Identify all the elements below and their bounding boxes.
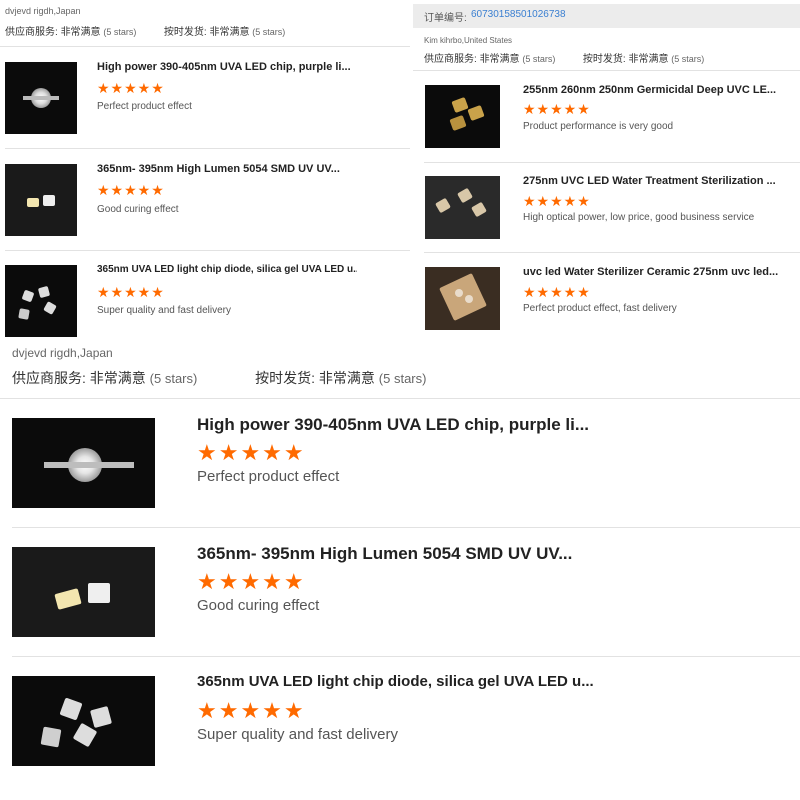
rating-stars: ★★★★★: [523, 193, 591, 209]
reviewer-name: Kim kihrbo,United States: [424, 36, 513, 45]
supplier-value: 非常满意: [479, 54, 520, 65]
divider: [12, 656, 800, 657]
product-thumbnail[interactable]: [12, 547, 155, 637]
order-bar: 订单编号: 60730158501026738: [413, 4, 800, 28]
divider: [0, 46, 410, 47]
supplier-label: 供应商服务:: [12, 370, 86, 386]
product-thumbnail[interactable]: [5, 164, 77, 236]
delivery-label: 按时发货:: [582, 54, 626, 65]
delivery-value: 非常满意: [318, 370, 375, 386]
led-bead-image: [44, 446, 134, 486]
product-title[interactable]: High power 390-405nm UVA LED chip, purpl…: [197, 415, 697, 435]
rating-stars: ★★★★★: [197, 569, 306, 594]
review-comment: Perfect product effect: [97, 101, 192, 112]
ratings-line: 供应商服务: 非常满意 (5 stars) 按时发货: 非常满意 (5 star…: [424, 50, 704, 65]
product-title[interactable]: 365nm- 395nm High Lumen 5054 SMD UV UV..…: [197, 544, 697, 564]
product-title[interactable]: High power 390-405nm UVA LED chip, purpl…: [97, 61, 357, 73]
delivery-stars: (5 stars): [671, 54, 705, 64]
delivery-value: 非常满意: [628, 54, 669, 65]
divider: [5, 148, 410, 149]
order-number-link[interactable]: 60730158501026738: [471, 9, 566, 20]
product-thumbnail[interactable]: [12, 676, 155, 766]
product-thumbnail[interactable]: [425, 267, 500, 330]
product-thumbnail[interactable]: [425, 176, 500, 239]
product-title[interactable]: 275nm UVC LED Water Treatment Sterilizat…: [523, 175, 788, 187]
review-comment: Product performance is very good: [523, 121, 674, 132]
delivery-label: 按时发货:: [163, 27, 207, 38]
supplier-value: 非常满意: [60, 27, 101, 38]
delivery-stars: (5 stars): [252, 27, 286, 37]
review-comment: Good curing effect: [97, 204, 179, 215]
supplier-label: 供应商服务:: [5, 27, 58, 38]
supplier-value: 非常满意: [89, 370, 146, 386]
review-comment: Super quality and fast delivery: [97, 305, 231, 316]
product-thumbnail[interactable]: [12, 418, 155, 508]
review-comment: Perfect product effect: [197, 468, 340, 485]
rating-stars: ★★★★★: [523, 101, 591, 117]
delivery-value: 非常满意: [209, 27, 250, 38]
review-comment: Perfect product effect, fast delivery: [523, 303, 677, 314]
product-title[interactable]: 255nm 260nm 250nm Germicidal Deep UVC LE…: [523, 84, 788, 96]
rating-stars: ★★★★★: [523, 284, 591, 300]
delivery-stars: (5 stars): [378, 371, 427, 386]
review-comment: Good curing effect: [197, 597, 320, 614]
supplier-stars: (5 stars): [522, 54, 556, 64]
ratings-line: 供应商服务: 非常满意 (5 stars) 按时发货: 非常满意 (5 star…: [12, 368, 426, 388]
product-title[interactable]: 365nm UVA LED light chip diode, silica g…: [97, 264, 357, 275]
review-comment: High optical power, low price, good busi…: [523, 212, 755, 223]
divider: [424, 252, 800, 253]
product-title[interactable]: uvc led Water Sterilizer Ceramic 275nm u…: [523, 266, 788, 278]
product-title[interactable]: 365nm- 395nm High Lumen 5054 SMD UV UV..…: [97, 163, 357, 175]
product-thumbnail[interactable]: [5, 62, 77, 134]
reviewer-name: dvjevd rigdh,Japan: [12, 346, 113, 360]
rating-stars: ★★★★★: [197, 698, 306, 723]
rating-stars: ★★★★★: [97, 182, 165, 198]
divider: [424, 162, 800, 163]
rating-stars: ★★★★★: [97, 80, 165, 96]
led-bead-image: [23, 86, 59, 110]
ratings-line: 供应商服务: 非常满意 (5 stars) 按时发货: 非常满意 (5 star…: [5, 23, 285, 38]
supplier-stars: (5 stars): [149, 371, 198, 386]
divider: [12, 527, 800, 528]
rating-stars: ★★★★★: [97, 284, 165, 300]
supplier-label: 供应商服务:: [424, 54, 477, 65]
product-thumbnail[interactable]: [5, 265, 77, 337]
rating-stars: ★★★★★: [197, 440, 306, 465]
delivery-label: 按时发货:: [255, 370, 316, 386]
reviewer-name: dvjevd rigdh,Japan: [5, 6, 81, 16]
review-comment: Super quality and fast delivery: [197, 726, 398, 743]
product-thumbnail[interactable]: [425, 85, 500, 148]
divider: [413, 70, 800, 71]
supplier-stars: (5 stars): [103, 27, 137, 37]
product-title[interactable]: 365nm UVA LED light chip diode, silica g…: [197, 673, 697, 690]
order-label: 订单编号:: [424, 13, 467, 24]
divider: [5, 250, 410, 251]
divider: [0, 398, 800, 399]
